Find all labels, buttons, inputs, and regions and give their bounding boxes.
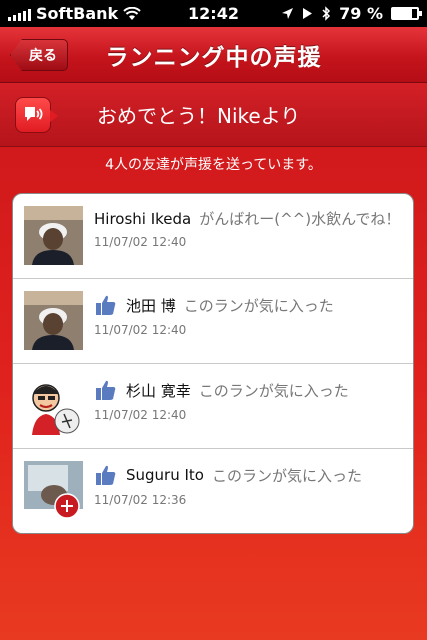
sender-name: Suguru Ito: [126, 466, 204, 484]
signal-icon: [8, 7, 31, 21]
thumbs-up-icon: [96, 295, 116, 315]
avatar: [24, 376, 83, 435]
play-icon: [303, 8, 313, 19]
page-title: ランニング中の声援: [105, 44, 322, 71]
status-bar: SoftBank 12:42 79 %: [0, 0, 427, 27]
battery-percent: 79 %: [339, 4, 383, 23]
cheer-message: このランが気に入った: [183, 296, 334, 315]
avatar: [24, 291, 83, 350]
avatar: [24, 206, 83, 265]
carrier-label: SoftBank: [36, 4, 119, 23]
battery-icon: [391, 7, 422, 20]
cheer-message: このランが気に入った: [198, 381, 349, 400]
sender-name: Hiroshi Ikeda: [94, 209, 192, 228]
timestamp: 11/07/02 12:40: [94, 408, 187, 422]
wifi-icon: [123, 6, 141, 20]
list-item[interactable]: 池田 博 このランが気に入った 11/07/02 12:40: [13, 279, 413, 364]
nav-bar: 戻る ランニング中の声援: [0, 27, 427, 83]
thumbs-up-icon: [96, 465, 116, 485]
sender-name: 杉山 寛幸: [126, 381, 191, 400]
list-item[interactable]: Suguru Ito このランが気に入った 11/07/02 12:36: [13, 449, 413, 533]
thumbs-up-icon: [96, 380, 116, 400]
speech-icon: [15, 96, 58, 133]
avatar: [24, 461, 83, 520]
cheer-banner: おめでとう！Nikeより: [0, 83, 427, 147]
cheer-count-text: 4人の友達が声援を送っています。: [105, 157, 322, 173]
location-icon: [282, 8, 294, 19]
bluetooth-icon: [322, 6, 331, 21]
timestamp: 11/07/02 12:40: [94, 323, 187, 337]
list-item[interactable]: 杉山 寛幸 このランが気に入った 11/07/02 12:40: [13, 364, 413, 449]
sender-name: 池田 博: [126, 296, 176, 315]
banner-title: おめでとう！Nikeより: [97, 104, 301, 128]
list-item[interactable]: Hiroshi Ikeda がんばれー(^^)水飲んでね！ 11/07/02 1…: [13, 194, 413, 279]
cheer-message: がんばれー(^^)水飲んでね！: [199, 210, 401, 228]
back-button[interactable]: 戻る: [10, 39, 68, 71]
timestamp: 11/07/02 12:40: [94, 235, 187, 249]
cheer-message: このランが気に入った: [211, 466, 362, 485]
timestamp: 11/07/02 12:36: [94, 493, 187, 507]
cheer-list: Hiroshi Ikeda がんばれー(^^)水飲んでね！ 11/07/02 1…: [12, 193, 414, 534]
